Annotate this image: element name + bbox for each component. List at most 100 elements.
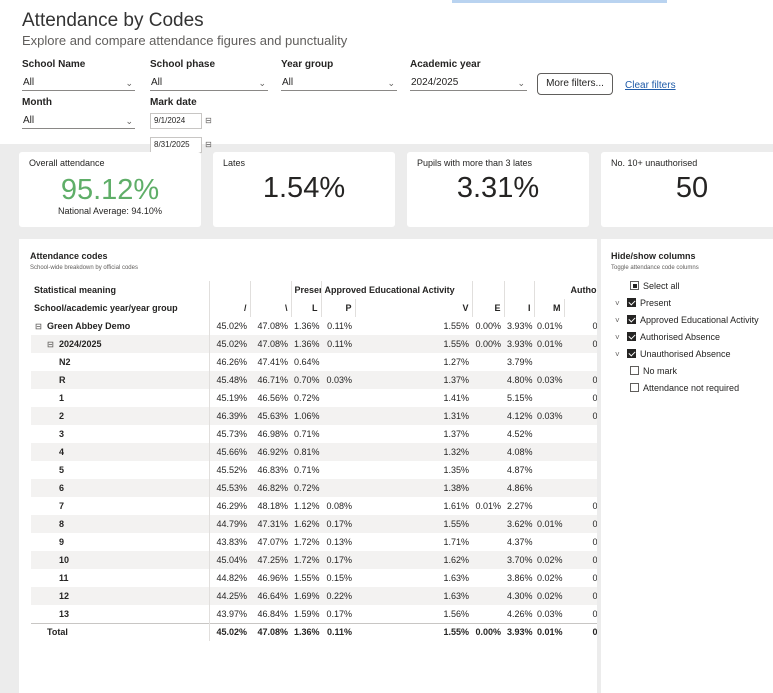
row-label[interactable]: ⊟ Green Abbey Demo xyxy=(31,317,209,335)
year-group-value: All xyxy=(282,77,294,88)
table-cell: 3.93% xyxy=(507,321,533,331)
table-cell: 46.82% xyxy=(250,479,291,497)
row-label: 1 xyxy=(31,389,209,407)
header-row-codes: School/academic year/year group/\LPVEIMI xyxy=(31,299,597,317)
month-label: Month xyxy=(22,97,52,108)
table-cell: 0.01% xyxy=(592,501,598,511)
month-dropdown[interactable]: All ⌄ xyxy=(22,113,135,129)
column-toggle-attendance-not-required[interactable]: Attendance not required xyxy=(615,381,739,395)
table-cell: 0.17% xyxy=(326,608,352,619)
row-label[interactable]: ⊟ 2024/2025 xyxy=(31,335,209,353)
mark-date-end-input[interactable]: 8/31/2025 xyxy=(150,137,202,153)
attendance-codes-panel: Attendance codes School-wide breakdown b… xyxy=(19,239,597,693)
column-toggle-present[interactable]: ˅ Present xyxy=(615,296,671,310)
table-cell xyxy=(472,407,505,425)
checkbox[interactable] xyxy=(627,349,636,358)
column-header[interactable]: L xyxy=(290,299,321,317)
chevron-down-icon[interactable]: ˅ xyxy=(615,314,627,328)
collapse-icon[interactable]: ⊟ xyxy=(35,322,47,331)
school-phase-dropdown[interactable]: All ⌄ xyxy=(150,75,268,91)
table-cell: 1.35% xyxy=(443,465,470,475)
column-toggle-unauthorised-absence[interactable]: ˅ Unauthorised Absence xyxy=(615,347,731,361)
column-toggle-select-all[interactable]: Select all xyxy=(615,279,680,293)
table-cell: 43.83% xyxy=(208,533,250,551)
table-row: 5 45.52% 46.83% 0.71% 1.35% 4.87% xyxy=(31,461,597,479)
table-cell: 1.32% xyxy=(355,443,473,461)
year-group-dropdown[interactable]: All ⌄ xyxy=(281,75,397,91)
table-cell: 0.01% xyxy=(534,515,565,533)
clear-filters-link[interactable]: Clear filters xyxy=(625,80,676,91)
checkbox[interactable] xyxy=(630,366,639,375)
table-cell xyxy=(472,515,505,533)
row-label-text: 7 xyxy=(59,501,65,511)
column-header[interactable]: I xyxy=(503,299,535,317)
column-toggle-label: Unauthorised Absence xyxy=(640,349,731,359)
overall-attendance-card: Overall attendance 95.12% National Avera… xyxy=(19,152,201,227)
chevron-down-icon[interactable]: ˅ xyxy=(615,331,627,345)
table-cell: 3.93% xyxy=(504,335,535,353)
overall-attendance-label: Overall attendance xyxy=(29,158,105,168)
calendar-icon[interactable]: ⊟ xyxy=(205,140,212,149)
row-label: 12 xyxy=(31,587,209,605)
row-label-text: Green Abbey Demo xyxy=(47,321,131,331)
column-toggle-authorised-absence[interactable]: ˅ Authorised Absence xyxy=(615,330,720,344)
attendance-codes-title: Attendance codes xyxy=(30,251,108,261)
table-cell: 46.26% xyxy=(208,353,250,371)
table-cell: 0.00% xyxy=(472,335,505,353)
chevron-down-icon[interactable]: ˅ xyxy=(615,297,627,311)
table-cell: 45.53% xyxy=(208,479,250,497)
column-header[interactable]: P xyxy=(320,299,355,317)
table-cell: 1.63% xyxy=(355,587,473,605)
column-header[interactable]: / xyxy=(208,299,250,317)
table-cell: 0.06% xyxy=(592,608,598,619)
table-cell: 4.26% xyxy=(507,608,533,619)
chevron-down-icon[interactable]: ˅ xyxy=(615,348,627,362)
chevron-down-icon: ⌄ xyxy=(125,78,133,88)
checkbox[interactable] xyxy=(627,298,636,307)
column-toggle-no-mark[interactable]: No mark xyxy=(615,364,677,378)
calendar-icon[interactable]: ⊟ xyxy=(205,116,212,125)
table-cell xyxy=(534,461,564,479)
table-cell: 0.03% xyxy=(592,393,598,403)
row-label-text: 1 xyxy=(59,393,65,403)
table-cell: 47.07% xyxy=(257,537,288,547)
column-header[interactable]: \ xyxy=(249,299,291,317)
row-label-text: N2 xyxy=(59,357,71,367)
checkbox[interactable] xyxy=(630,383,639,392)
collapse-icon[interactable]: ⊟ xyxy=(47,340,59,349)
table-cell: 0.17% xyxy=(321,551,355,569)
pupils-more-than-3-lates-card: Pupils with more than 3 lates 3.31% xyxy=(407,152,589,227)
table-cell xyxy=(321,461,355,479)
table-cell: 0.03% xyxy=(537,608,563,619)
table-cell: 1.36% xyxy=(291,335,321,353)
table-cell: 0.08% xyxy=(326,501,352,511)
column-header[interactable]: M xyxy=(533,299,565,317)
chevron-down-icon: ⌄ xyxy=(258,78,266,88)
column-header[interactable]: I xyxy=(563,299,597,317)
row-label-text: 6 xyxy=(59,483,65,493)
table-row: 13 43.97% 46.84% 1.59% 0.17% 1.56% 4.26% 0.03% 0… xyxy=(31,605,597,623)
column-toggle-label: No mark xyxy=(643,366,678,376)
table-cell: 0.03% xyxy=(564,371,597,389)
school-name-dropdown[interactable]: All ⌄ xyxy=(22,75,135,91)
checkbox[interactable] xyxy=(627,332,636,341)
school-name-value: All xyxy=(23,77,35,88)
table-cell: 4.08% xyxy=(504,443,535,461)
header-cell xyxy=(503,281,535,299)
column-header[interactable]: E xyxy=(471,299,505,317)
column-header[interactable]: School/academic year/year group xyxy=(31,299,209,317)
mark-date-start-input[interactable]: 9/1/2024 xyxy=(150,113,202,129)
table-row: 4 45.66% 46.92% 0.81% 1.32% 4.08% xyxy=(31,443,597,461)
column-header[interactable]: V xyxy=(354,299,473,317)
checkbox[interactable] xyxy=(627,315,636,324)
table-cell xyxy=(321,407,355,425)
more-filters-button[interactable]: More filters... xyxy=(537,73,613,95)
school-name-label: School Name xyxy=(22,59,86,70)
no-10-unauthorised-value: 50 xyxy=(675,172,709,204)
academic-year-dropdown[interactable]: 2024/2025 ⌄ xyxy=(410,75,527,91)
total-cell: 0.02% xyxy=(564,622,597,641)
table-cell: 0.13% xyxy=(326,537,352,547)
column-toggle-label: Select all xyxy=(643,281,680,291)
checkbox[interactable] xyxy=(630,281,639,290)
column-toggle-approved-educational-activity[interactable]: ˅ Approved Educational Activity xyxy=(615,313,759,327)
